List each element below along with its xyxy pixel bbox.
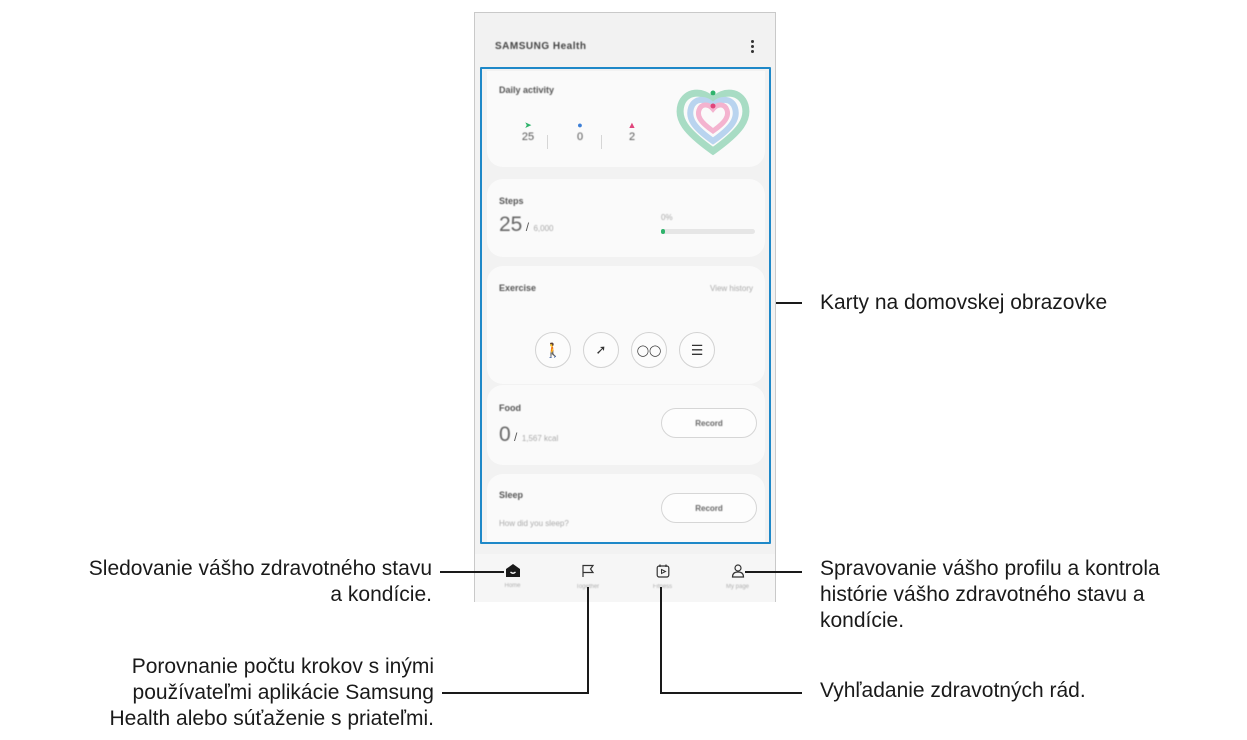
callout-line: histórie vášho zdravotného stavu a	[820, 583, 1145, 606]
mypage-callout: Spravovanie vášho profilu a kontrola his…	[820, 556, 1160, 634]
home-icon	[505, 564, 520, 577]
phone-screen: SAMSUNG Health Daily activity ➤ 25 ● 0 ▲…	[474, 12, 776, 602]
callout-line: Spravovanie vášho profilu a kontrola	[820, 557, 1160, 580]
together-connector-vertical	[587, 587, 589, 693]
fitness-connector-vertical	[660, 587, 662, 693]
nav-fitness[interactable]: Fitness	[625, 554, 700, 602]
mypage-connector	[745, 571, 802, 573]
callout-line: kondície.	[820, 609, 905, 632]
more-options-button[interactable]	[745, 35, 759, 57]
callout-line: Sledovanie vášho zdravotného stavu	[88, 557, 432, 580]
callout-line: používateľmi aplikácie Samsung	[132, 681, 434, 704]
cards-connector	[776, 302, 802, 304]
nav-label: Fitness	[652, 584, 673, 590]
together-connector-horizontal	[442, 692, 589, 694]
home-cards-highlight	[480, 67, 771, 544]
nav-label: My page	[725, 584, 749, 590]
play-calendar-icon	[656, 564, 669, 578]
together-callout: Porovnanie počtu krokov s inými používat…	[4, 654, 434, 732]
home-connector	[440, 571, 504, 573]
callout-line: a kondície.	[330, 583, 432, 606]
app-title: SAMSUNG Health	[495, 41, 587, 52]
fitness-connector-horizontal	[660, 692, 802, 694]
nav-label: Home	[504, 583, 521, 589]
bottom-navigation: Home Together Fitness My page	[475, 554, 775, 602]
person-icon	[731, 564, 744, 578]
callout-line: Health alebo súťaženie s priateľmi.	[109, 707, 434, 730]
flag-icon	[581, 564, 594, 577]
callout-line: Porovnanie počtu krokov s inými	[131, 655, 434, 678]
cards-callout: Karty na domovskej obrazovke	[820, 291, 1108, 314]
nav-home[interactable]: Home	[475, 554, 550, 602]
nav-my-page[interactable]: My page	[700, 554, 775, 602]
home-callout: Sledovanie vášho zdravotného stavu a kon…	[2, 556, 432, 608]
fitness-callout: Vyhľadanie zdravotných rád.	[820, 679, 1086, 702]
